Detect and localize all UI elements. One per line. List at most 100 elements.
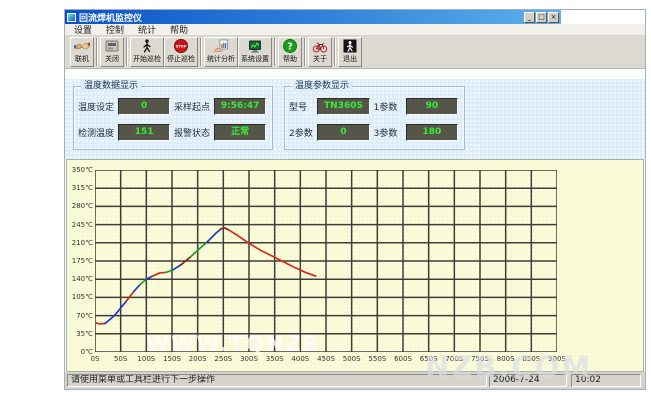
walking-person-icon (139, 38, 155, 54)
menu-help[interactable]: 帮助 (164, 23, 194, 36)
toolbar-label: 开始巡检 (133, 54, 161, 64)
led-temp-setting: 0 (118, 98, 170, 115)
temperature-curve-segment (127, 291, 134, 300)
toolbar-button-system-settings[interactable]: 系统设置 (238, 37, 272, 67)
toolbar-label: 关于 (313, 54, 327, 64)
toolbar-button-help[interactable]: ? 帮助 (278, 37, 302, 67)
bicycle-icon (312, 38, 328, 54)
temperature-curve-segment (228, 230, 315, 276)
toolbar-label: 关闭 (105, 54, 119, 64)
toolbar-separator (200, 38, 202, 66)
temperature-curve-plot (95, 170, 557, 352)
toolbar-button-stop-scan[interactable]: STOP 停止巡检 (164, 37, 198, 67)
status-date: 2006-7-24 (489, 374, 567, 387)
toolbar-label: 退出 (343, 54, 357, 64)
toolbar-button-close-link[interactable]: 关闭 (100, 37, 124, 67)
x-tick-label: 250S (212, 355, 234, 363)
x-tick-label: 850S (520, 355, 542, 363)
temperature-curve-segment (221, 228, 228, 230)
x-tick-label: 700S (443, 355, 465, 363)
x-tick-label: 900S (546, 355, 568, 363)
x-tick-label: 200S (187, 355, 209, 363)
toolbar-separator (334, 38, 336, 66)
temperature-curve-segment (95, 322, 105, 324)
window-title: 回流焊机监控仪 (79, 11, 142, 24)
toolbar-button-start-scan[interactable]: 开始巡检 (130, 37, 164, 67)
toolbar-button-stat-analysis[interactable]: 统计分析 (204, 37, 238, 67)
menu-bar: 设置 控制 统计 帮助 (65, 24, 645, 36)
menu-statistics[interactable]: 统计 (132, 23, 162, 36)
temperature-curve-segment (140, 279, 146, 284)
y-tick-label: 105℃ (67, 293, 93, 301)
status-time: 10:02 (571, 374, 641, 387)
led-model: TN360S (317, 98, 369, 115)
stop-sign-icon: STOP (173, 38, 189, 54)
machine-icon (104, 38, 120, 54)
window-controls: _ □ × (524, 12, 559, 23)
field-label-temp-setting: 温度设定 (78, 100, 118, 113)
x-tick-label: 50S (110, 355, 132, 363)
exit-person-icon (342, 38, 358, 54)
menu-settings[interactable]: 设置 (68, 23, 98, 36)
toolbar-separator (96, 38, 98, 66)
info-panel: 温度数据显示 温度设定 0 采样起点 9:56:47 检测温度 151 报警状态… (65, 79, 645, 159)
x-tick-label: 650S (418, 355, 440, 363)
toolbar-label: 停止巡检 (167, 54, 195, 64)
temperature-curve-segment (152, 272, 165, 276)
temperature-curve-segment (105, 301, 127, 324)
field-label-sample-start: 采样起点 (174, 100, 214, 113)
x-tick-label: 150S (161, 355, 183, 363)
x-tick-label: 550S (366, 355, 388, 363)
groupbox-temperature-data: 温度数据显示 温度设定 0 采样起点 9:56:47 检测温度 151 报警状态… (73, 86, 273, 150)
field-label-param1: 1参数 (374, 100, 406, 113)
field-row: 检测温度 151 报警状态 正常 (78, 123, 270, 141)
y-tick-label: 210℃ (67, 239, 93, 247)
field-label-param2: 2参数 (289, 126, 317, 139)
x-tick-label: 800S (495, 355, 517, 363)
field-row: 温度设定 0 采样起点 9:56:47 (78, 97, 270, 115)
field-row: 型号 TN360S 1参数 90 (289, 97, 462, 115)
temperature-chart-panel: 350℃315℃280℃245℃210℃175℃140℃105℃70℃35℃0℃… (66, 159, 644, 372)
toolbar-separator (274, 38, 276, 66)
field-label-measured-temp: 检测温度 (78, 126, 118, 139)
field-row: 2参数 0 3参数 180 (289, 123, 462, 141)
y-tick-label: 245℃ (67, 221, 93, 229)
groupbox-temperature-params: 温度参数显示 型号 TN360S 1参数 90 2参数 0 3参数 180 (284, 86, 465, 150)
x-tick-label: 750S (469, 355, 491, 363)
monitor-icon (247, 38, 263, 54)
toolbar-label: 系统设置 (241, 54, 269, 64)
temperature-curve-segment (190, 242, 206, 257)
app-icon (67, 13, 76, 22)
app-window: 回流焊机监控仪 _ □ × 设置 控制 统计 帮助 联机 (64, 9, 646, 390)
title-bar[interactable]: 回流焊机监控仪 _ □ × (65, 10, 561, 24)
toolbar-button-exit[interactable]: 退出 (338, 37, 362, 67)
toolbar-label: 统计分析 (207, 54, 235, 64)
y-tick-label: 350℃ (67, 166, 93, 174)
toolbar-label: 联机 (75, 54, 89, 64)
x-tick-label: 400S (289, 355, 311, 363)
x-tick-label: 500S (341, 355, 363, 363)
toolbar-button-about[interactable]: 关于 (308, 37, 332, 67)
menu-control[interactable]: 控制 (100, 23, 130, 36)
led-param2: 0 (317, 124, 369, 141)
toolbar-label: 帮助 (283, 54, 297, 64)
minimize-button[interactable]: _ (524, 12, 535, 23)
led-param3: 180 (406, 124, 458, 141)
help-question-icon: ? (282, 38, 298, 54)
toolbar-separator (304, 38, 306, 66)
desktop-background: 回流焊机监控仪 _ □ × 设置 控制 统计 帮助 联机 (0, 0, 651, 405)
groupbox-title: 温度数据显示 (81, 81, 141, 92)
led-alarm-status: 正常 (214, 124, 266, 141)
field-label-param3: 3参数 (374, 126, 406, 139)
y-tick-label: 140℃ (67, 275, 93, 283)
x-tick-label: 0S (84, 355, 106, 363)
close-button[interactable]: × (548, 12, 559, 23)
toolbar-separator (126, 38, 128, 66)
y-tick-label: 35℃ (67, 330, 93, 338)
toolbar-button-connect[interactable]: 联机 (70, 37, 94, 67)
y-tick-label: 70℃ (67, 312, 93, 320)
status-bar: 请使用菜单或工具栏进行下一步操作 2006-7-24 10:02 (65, 372, 645, 389)
field-label-model: 型号 (289, 100, 317, 113)
maximize-button[interactable]: □ (536, 12, 547, 23)
temperature-curve-segment (173, 265, 181, 270)
